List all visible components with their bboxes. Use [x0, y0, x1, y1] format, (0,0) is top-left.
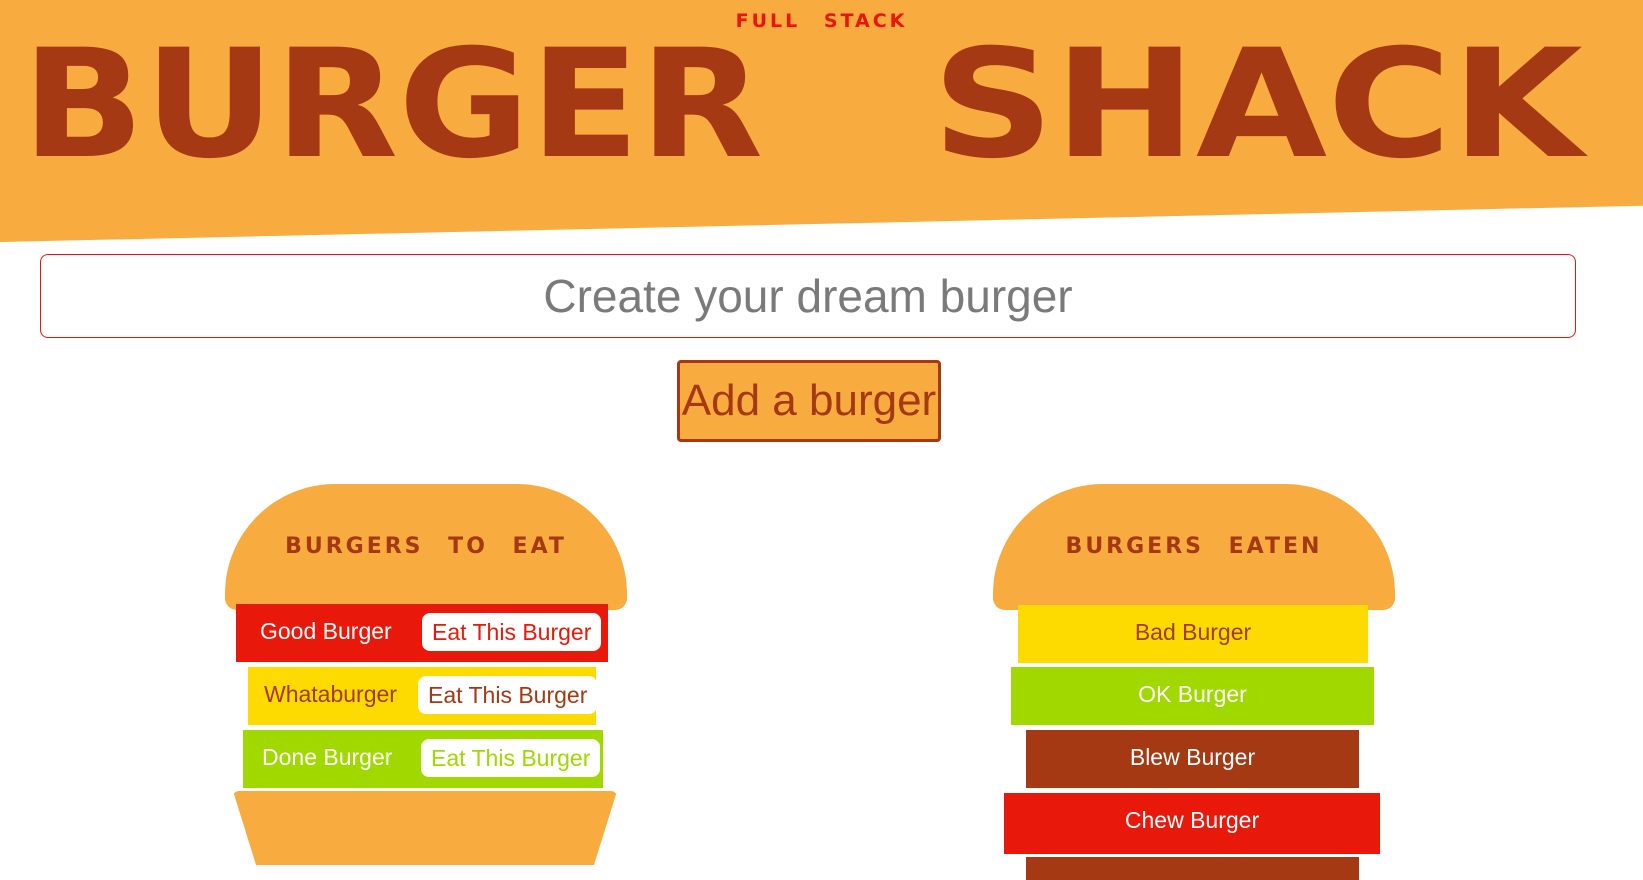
to-eat-item: Good Burger Eat This Burger [236, 604, 608, 662]
burger-name: Bad Burger [1134, 619, 1252, 645]
eat-burger-button[interactable]: Eat This Burger [421, 739, 601, 777]
to-eat-item: Whataburger Eat This Burger [248, 667, 598, 725]
to-eat-item: Done Burger Eat This Burger [243, 730, 603, 788]
eat-burger-button[interactable]: Eat This Burger [422, 613, 602, 651]
page-root: FULL STACK BURGER SHACK Add a burger BUR… [0, 0, 1643, 880]
burger-name-input[interactable] [40, 254, 1576, 338]
eaten-item: OK Burger [1011, 667, 1374, 725]
eaten-item-partial [1026, 857, 1359, 880]
eaten-item: Blew Burger [1026, 730, 1359, 788]
site-title-shack: SHACK [932, 18, 1583, 192]
burger-name: Done Burger [262, 744, 393, 770]
to-eat-title: BURGERS TO EAT [285, 534, 567, 559]
to-eat-top-bun: BURGERS TO EAT [225, 484, 627, 610]
burger-name: Chew Burger [1124, 807, 1260, 833]
eaten-top-bun: BURGERS EATEN [993, 484, 1395, 610]
eaten-item: Bad Burger [1018, 605, 1368, 663]
to-eat-bottom-bun [233, 791, 617, 865]
burger-name: OK Burger [1138, 681, 1247, 707]
eaten-title: BURGERS EATEN [1065, 534, 1323, 559]
eat-burger-button[interactable]: Eat This Burger [418, 676, 598, 714]
burger-name: Blew Burger [1129, 744, 1256, 770]
site-title-burger: BURGER [22, 18, 764, 192]
eaten-item: Chew Burger [1004, 793, 1380, 854]
burger-name: Good Burger [260, 618, 392, 644]
add-burger-button[interactable]: Add a burger [677, 360, 941, 442]
burger-name: Whataburger [264, 681, 397, 707]
